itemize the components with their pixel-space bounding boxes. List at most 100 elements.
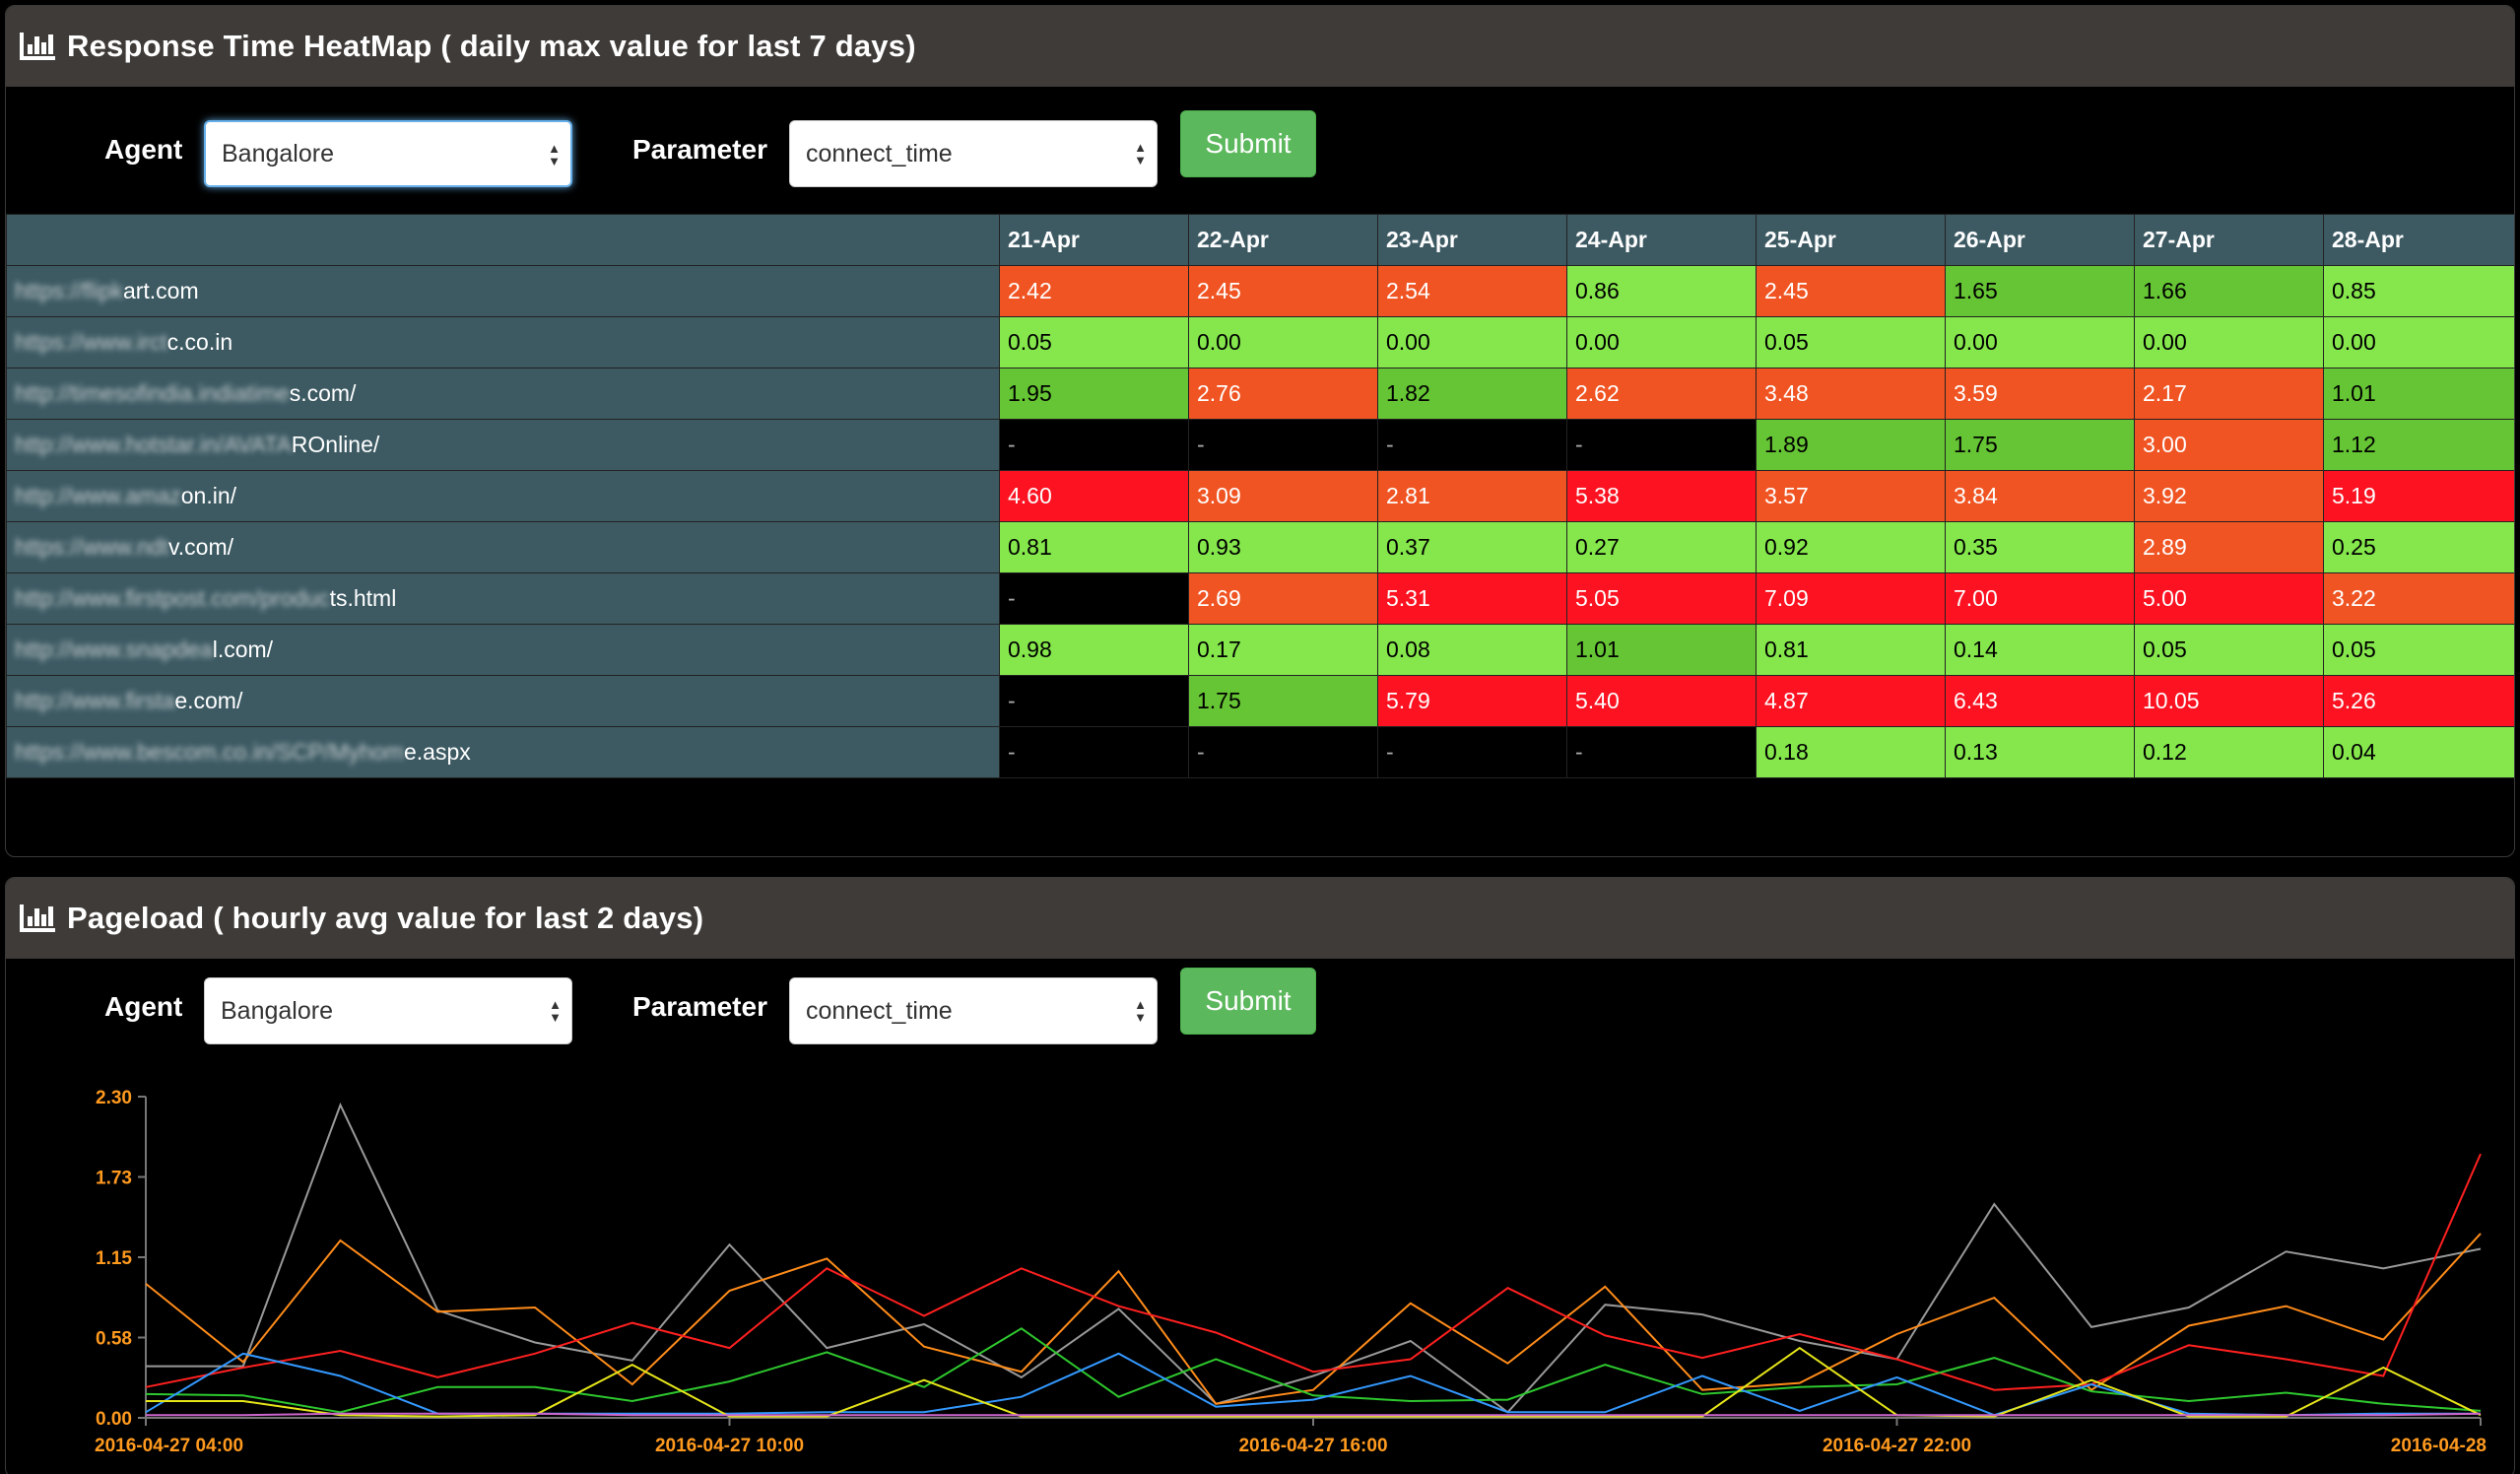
x-tick-label: 2016-04-27 16:00	[1238, 1436, 1387, 1456]
url-visible-part: e.com/	[174, 688, 243, 713]
heat-cell: 0.05	[2323, 624, 2514, 676]
x-tick-label: 2016-04-27 22:00	[1823, 1436, 1971, 1456]
heat-cell: 0.00	[1188, 316, 1378, 368]
url-redacted-part: http://timesofindia.indiatime	[15, 380, 290, 406]
heatmap-table: 21-Apr 22-Apr 23-Apr 24-Apr 25-Apr 26-Apr 27-A…	[6, 214, 2514, 778]
pageload-line-chart: 0.00 0.58 1.15 1.73 2.30 2016-04-27 04:00 2016…	[95, 1088, 2487, 1456]
url-redacted-part: https://www.bescom.co.in/SCP/Myhom	[15, 739, 404, 765]
select-arrows-icon: ▲ ▼	[548, 141, 561, 168]
heat-cell: -	[999, 419, 1189, 471]
heat-cell: 3.22	[2323, 572, 2514, 625]
heat-cell: 1.65	[1945, 265, 2135, 317]
heat-cell: 0.18	[1756, 726, 1946, 778]
heat-cell: -	[1188, 419, 1378, 471]
heat-cell: 3.00	[2134, 419, 2324, 471]
heat-cell: 3.59	[1945, 368, 2135, 420]
url-column-header	[6, 214, 1000, 266]
x-tick-label: 2016-04-28	[2391, 1436, 2487, 1456]
heat-cell: 6.43	[1945, 675, 2135, 727]
heat-cell: 1.75	[1188, 675, 1378, 727]
heat-cell: 3.09	[1188, 470, 1378, 522]
heat-cell: 0.98	[999, 624, 1189, 676]
submit-button[interactable]: Submit	[1180, 110, 1316, 177]
parameter-select[interactable]: connect_time ▲ ▼	[789, 120, 1158, 187]
agent-select-value: Bangalore	[222, 139, 334, 168]
heat-cell: 2.81	[1377, 470, 1567, 522]
heat-cell: 5.79	[1377, 675, 1567, 727]
heat-cell: -	[1377, 726, 1567, 778]
date-column-header: 21-Apr	[999, 214, 1189, 266]
heat-cell: 2.42	[999, 265, 1189, 317]
url-redacted-part: http://www.firstpost.com/produc	[15, 585, 330, 611]
heat-cell: 0.00	[1566, 316, 1757, 368]
url-cell: http://timesofindia.indiatimes.com/	[6, 368, 1000, 420]
heat-cell: 0.12	[2134, 726, 2324, 778]
heat-cell: 7.09	[1756, 572, 1946, 625]
url-redacted-part: http://www.hotstar.in/AVATA	[15, 432, 292, 457]
url-visible-part: art.com	[122, 278, 199, 303]
heat-cell: 0.05	[2134, 624, 2324, 676]
heatmap-header-row: 21-Apr 22-Apr 23-Apr 24-Apr 25-Apr 26-Apr 27-A…	[6, 214, 2514, 266]
heat-cell: 1.66	[2134, 265, 2324, 317]
url-visible-part: c.co.in	[166, 329, 233, 355]
heat-cell: 0.08	[1377, 624, 1567, 676]
heat-cell: 4.87	[1756, 675, 1946, 727]
heat-cell: 0.17	[1188, 624, 1378, 676]
url-cell: http://www.amazon.in/	[6, 470, 1000, 522]
heat-cell: 0.05	[1756, 316, 1946, 368]
heat-cell: 0.25	[2323, 521, 2514, 573]
y-tick-label: 1.15	[96, 1248, 132, 1269]
table-row: http://www.firstpost.com/products.html -2…	[6, 572, 2514, 625]
url-cell: http://www.hotstar.in/AVATAROnline/	[6, 419, 1000, 471]
heat-cell: 1.75	[1945, 419, 2135, 471]
heat-cell: 5.00	[2134, 572, 2324, 625]
url-redacted-part: http://www.amaz	[15, 483, 181, 508]
heat-cell: 2.17	[2134, 368, 2324, 420]
heat-cell: 2.76	[1188, 368, 1378, 420]
url-visible-part: l.com/	[212, 636, 274, 662]
y-tick-label: 2.30	[96, 1088, 132, 1108]
heat-cell: 5.38	[1566, 470, 1757, 522]
url-redacted-part: http://www.firsta	[15, 688, 175, 713]
select-arrows-icon: ▲ ▼	[1134, 140, 1147, 168]
heat-cell: 5.26	[2323, 675, 2514, 727]
heat-cell: 2.54	[1377, 265, 1567, 317]
heat-cell: 1.01	[1566, 624, 1757, 676]
url-redacted-part: https://www.irct	[15, 329, 167, 355]
table-row: https://www.ndtv.com/0.81 0.93 0.37 0.27 0.9…	[6, 521, 2514, 573]
heat-cell: 0.05	[999, 316, 1189, 368]
agent-label: Agent	[104, 134, 183, 165]
table-row: http://timesofindia.indiatimes.com/1.95 2…	[6, 368, 2514, 420]
table-row: http://www.hotstar.in/AVATAROnline/- - - -1…	[6, 419, 2514, 471]
agent-select[interactable]: Bangalore ▲ ▼	[204, 120, 572, 187]
bar-chart-icon	[20, 33, 55, 60]
heat-cell: -	[999, 675, 1189, 727]
date-column-header: 26-Apr	[1945, 214, 2135, 266]
heat-cell: 5.05	[1566, 572, 1757, 625]
date-column-header: 23-Apr	[1377, 214, 1567, 266]
heat-cell: 7.00	[1945, 572, 2135, 625]
heat-cell: 0.37	[1377, 521, 1567, 573]
url-visible-part: v.com/	[167, 534, 233, 560]
heat-cell: -	[1566, 419, 1757, 471]
heat-cell: 5.31	[1377, 572, 1567, 625]
table-row: https://www.irctc.co.in 0.05 0.00 0.00 0.00 0…	[6, 316, 2514, 368]
heat-cell: 2.45	[1188, 265, 1378, 317]
url-visible-part: e.aspx	[403, 739, 471, 765]
url-visible-part: s.com/	[289, 380, 357, 406]
table-row: http://www.amazon.in/4.60 3.09 2.81 5.38 3.5…	[6, 470, 2514, 522]
url-cell: https://www.bescom.co.in/SCP/Myhome.aspx	[6, 726, 1000, 778]
heat-cell: 1.82	[1377, 368, 1567, 420]
heat-cell: 0.14	[1945, 624, 2135, 676]
url-visible-part: ts.html	[329, 585, 397, 611]
heat-cell: 0.81	[999, 521, 1189, 573]
heat-cell: -	[1377, 419, 1567, 471]
heat-cell: 2.45	[1756, 265, 1946, 317]
date-column-header: 24-Apr	[1566, 214, 1757, 266]
y-tick-label: 1.73	[96, 1169, 132, 1189]
heatmap-panel: Response Time HeatMap ( daily max value …	[5, 5, 2515, 857]
heat-cell: 3.57	[1756, 470, 1946, 522]
date-column-header: 28-Apr	[2323, 214, 2514, 266]
heat-cell: -	[999, 726, 1189, 778]
y-tick-label: 0.00	[96, 1409, 132, 1430]
